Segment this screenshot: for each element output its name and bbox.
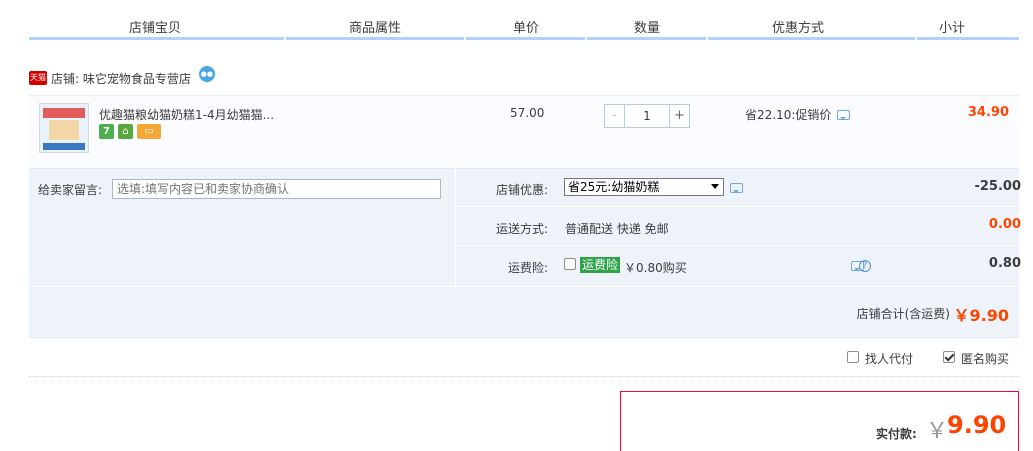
insurance-checkbox[interactable] (564, 258, 576, 270)
quantity-stepper: - + (604, 104, 690, 128)
column-discount: 优惠方式 (771, 21, 825, 36)
column-header: 店铺宝贝 商品属性 单价 数量 优惠方式 小计 (0, 0, 1033, 40)
shop-total-label: 店铺合计(含运费) (856, 307, 950, 321)
column-shop-item: 店铺宝贝 (128, 21, 182, 36)
unit-price: 57.00 (510, 106, 545, 120)
insurance-tag: 运费险 (580, 257, 621, 273)
store-guarantee-icon[interactable]: ⌂ (118, 124, 133, 139)
shop-name[interactable]: 店铺: 味它宠物食品专营店 (51, 70, 191, 87)
shop-discount-selected: 省25元:幼猫奶糕 (568, 180, 660, 194)
column-subtotal: 小计 (938, 21, 966, 36)
proxy-pay-label[interactable]: 找人代付 (865, 350, 913, 367)
message-label: 给卖家留言: (38, 183, 103, 197)
shop-discount-select[interactable]: 省25元:幼猫奶糕 (564, 178, 724, 196)
item-subtotal: 34.90 (967, 105, 1009, 120)
anonymous-checkbox[interactable] (943, 351, 955, 363)
promotion: 省22.10:促销价 (745, 106, 851, 123)
product-thumbnail[interactable] (39, 103, 89, 153)
chevron-down-icon (711, 184, 719, 193)
header-bar (587, 37, 706, 40)
column-attributes: 商品属性 (348, 21, 402, 36)
seven-day-return-icon[interactable]: 7 (99, 124, 114, 139)
quantity-decrease-button[interactable]: - (605, 105, 625, 127)
payment-amount: 9.90 (947, 411, 1007, 439)
row-divider (456, 245, 1019, 246)
header-bar (29, 37, 284, 40)
shipping-value: 普通配送 快递 免邮 (565, 222, 669, 236)
anonymous-label[interactable]: 匿名购买 (961, 350, 1009, 367)
insurance-amount: 0.80 (988, 256, 1021, 271)
comment-icon[interactable] (837, 109, 851, 120)
shop-discount-label: 店铺优惠: (495, 183, 548, 197)
promotion-text: 省22.10:促销价 (745, 108, 832, 122)
header-bar (286, 37, 464, 40)
shipping-label: 运送方式: (495, 222, 548, 236)
shop-total-amount: ￥9.90 (953, 306, 1009, 325)
shipping-amount: 0.00 (988, 217, 1021, 232)
service-badges: 7 ⌂ ▭ (99, 124, 165, 139)
insurance-price: ￥0.80购买 (624, 261, 687, 275)
tmall-icon: 天猫 (29, 71, 47, 85)
panel-divider (455, 168, 456, 286)
quantity-input[interactable] (625, 105, 669, 127)
row-divider (29, 286, 1019, 287)
header-bar (708, 37, 915, 40)
payment-label: 实付款: (876, 427, 917, 441)
row-divider (456, 206, 1019, 207)
header-bar (466, 37, 585, 40)
shop-discount-amount: -25.00 (974, 179, 1021, 194)
wangwang-chat-icon[interactable]: ●● (198, 66, 215, 82)
shop-line: 天猫 店铺: 味它宠物食品专营店 ●● (29, 66, 215, 88)
proxy-pay-checkbox[interactable] (847, 351, 859, 363)
credit-card-icon[interactable]: ▭ (137, 124, 161, 139)
payment-currency: ￥ (926, 419, 949, 444)
comment-icon[interactable] (730, 183, 743, 193)
header-bar (917, 37, 1019, 40)
help-icon[interactable]: ? (859, 260, 871, 272)
quantity-increase-button[interactable]: + (669, 105, 689, 127)
product-title[interactable]: 优趣猫粮幼猫奶糕1-4月幼猫猫... (99, 106, 274, 123)
column-quantity: 数量 (633, 21, 661, 36)
insurance-label: 运费险: (507, 261, 548, 275)
column-unit-price: 单价 (512, 21, 540, 36)
message-input[interactable] (112, 179, 441, 199)
divider (29, 376, 1019, 377)
